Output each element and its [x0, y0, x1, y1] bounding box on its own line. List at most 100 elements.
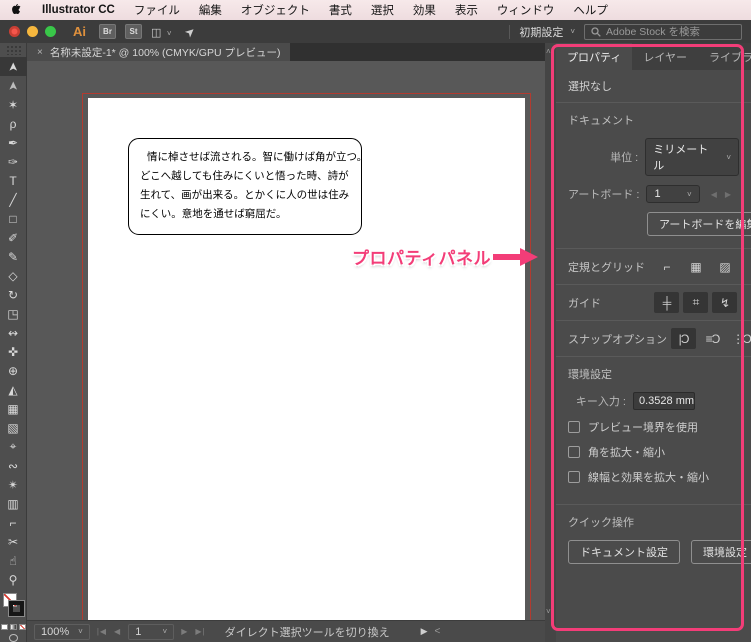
eraser-tool[interactable]: ◇ — [0, 266, 27, 285]
arrange-documents-button[interactable]: ◫ ˅ — [151, 23, 172, 41]
puppet-warp-tool[interactable]: ✜ — [0, 342, 27, 361]
toolbar-grip[interactable] — [6, 45, 21, 55]
document-setup-button[interactable]: ドキュメント設定 — [568, 540, 680, 564]
minimize-window-button[interactable] — [27, 26, 38, 37]
guides-row: ガイド ╪⌗↯ — [556, 284, 751, 320]
collapse-down-icon[interactable]: ˅ — [546, 607, 551, 616]
preference-checkbox-row[interactable]: 角を拡大・縮小 — [568, 444, 739, 460]
menu-item[interactable]: オブジェクト — [241, 2, 310, 18]
show-guides-icon[interactable]: ╪ — [654, 292, 679, 313]
menu-item[interactable]: ウィンドウ — [497, 2, 555, 18]
artboard-navigation-dropdown[interactable]: 1 ˅ — [128, 624, 174, 640]
app-menu[interactable]: Illustrator CC — [42, 4, 115, 16]
symbol-sprayer-tool[interactable]: ✴ — [0, 475, 27, 494]
preference-checkbox-row[interactable]: 線幅と効果を拡大・縮小 — [568, 469, 739, 485]
snap-to-grid-icon[interactable]: |Ɔ — [671, 328, 696, 349]
zoom-window-button[interactable] — [45, 26, 56, 37]
gradient-tool[interactable]: ▧ — [0, 418, 27, 437]
status-text: ダイレクト選択ツールを切り換え — [225, 624, 390, 640]
edit-artboards-button[interactable]: アートボードを編集 — [647, 212, 751, 236]
preference-checkbox-row[interactable]: プレビュー境界を使用 — [568, 419, 739, 435]
zoom-tool[interactable]: ⚲ — [0, 570, 27, 589]
menu-item[interactable]: 選択 — [371, 2, 394, 18]
ruler-icon[interactable]: ⌐ — [654, 256, 679, 277]
selection-tool[interactable]: ➤ — [0, 57, 27, 76]
artboard-dropdown[interactable]: 1 ˅ — [646, 185, 699, 203]
workspace-switcher[interactable]: 初期設定 ˅ — [519, 24, 575, 40]
share-icon[interactable]: ➤ — [181, 23, 198, 40]
zoom-level-dropdown[interactable]: 100% ˅ — [34, 624, 90, 640]
chevron-down-icon: ˅ — [570, 27, 575, 36]
canvas[interactable]: 情に棹させば流される。智に働けば角が立つ。 どこへ越しても住みにくいと悟った時、… — [27, 61, 545, 620]
perspective-grid-tool[interactable]: ◭ — [0, 380, 27, 399]
first-artboard-button[interactable]: |◀ — [97, 627, 107, 636]
type-tool[interactable]: T — [0, 171, 27, 190]
chevron-down-icon: ˅ — [726, 153, 731, 162]
hand-tool[interactable]: ☝ — [0, 551, 27, 570]
shaper-tool[interactable]: ✎ — [0, 247, 27, 266]
last-artboard-button[interactable]: ▶| — [195, 627, 205, 636]
menu-item[interactable]: 表示 — [455, 2, 478, 18]
curvature-tool[interactable]: ✑ — [0, 152, 27, 171]
stock-button[interactable]: St — [125, 24, 142, 39]
menu-item[interactable]: 効果 — [413, 2, 436, 18]
mesh-tool[interactable]: ▦ — [0, 399, 27, 418]
menu-item[interactable]: 編集 — [199, 2, 222, 18]
close-window-button[interactable] — [9, 26, 20, 37]
transparency-grid-icon[interactable]: ▨ — [712, 256, 737, 277]
tab-properties[interactable]: プロパティ — [556, 43, 632, 70]
rotate-tool[interactable]: ↻ — [0, 285, 27, 304]
direct-selection-tool[interactable]: ➤ — [0, 76, 27, 95]
menu-item[interactable]: 書式 — [329, 2, 352, 18]
preferences-button[interactable]: 環境設定 — [691, 540, 751, 564]
snap-to-pixel-icon[interactable]: ⋮Ɔ — [729, 328, 751, 349]
lock-guides-icon[interactable]: ⌗ — [683, 292, 708, 313]
text-line: どこへ越しても住みにくいと悟った時、詩が — [140, 167, 350, 186]
none-button[interactable] — [19, 624, 26, 630]
tab-layers[interactable]: レイヤー — [632, 43, 698, 70]
lasso-tool[interactable]: ρ — [0, 114, 27, 133]
previous-artboard-button[interactable]: ◀ — [114, 627, 121, 636]
status-back-icon[interactable]: < — [435, 626, 441, 637]
snap-to-point-icon[interactable]: ≡Ɔ — [700, 328, 725, 349]
checkbox-unchecked[interactable] — [568, 471, 580, 483]
shape-builder-tool[interactable]: ⊕ — [0, 361, 27, 380]
pen-tool[interactable]: ✒ — [0, 133, 27, 152]
artboard-prev-next-icons[interactable]: ◀▶ — [711, 190, 739, 199]
document-tab[interactable]: × 名称未設定-1* @ 100% (CMYK/GPU プレビュー) — [27, 43, 290, 61]
gradient-button[interactable] — [10, 624, 17, 630]
blend-tool[interactable]: ∾ — [0, 456, 27, 475]
collapse-up-icon[interactable]: ˄ — [546, 47, 551, 56]
width-tool[interactable]: ↭ — [0, 323, 27, 342]
slice-tool[interactable]: ✂ — [0, 532, 27, 551]
close-tab-icon[interactable]: × — [37, 47, 43, 58]
adobe-stock-search-input[interactable]: Adobe Stock を検索 — [584, 24, 742, 40]
tab-libraries[interactable]: ライブラリ — [698, 43, 751, 70]
next-artboard-button[interactable]: ▶ — [181, 627, 188, 636]
magic-wand-tool[interactable]: ✶ — [0, 95, 27, 114]
column-graph-tool[interactable]: ▥ — [0, 494, 27, 513]
keyboard-increment-field[interactable]: 0.3528 mm — [633, 392, 695, 410]
artboard-tool[interactable]: ⌐ — [0, 513, 27, 532]
status-options-icon[interactable]: ▶ — [421, 626, 428, 637]
color-button[interactable] — [1, 624, 8, 630]
text-frame[interactable]: 情に棹させば流される。智に働けば角が立つ。 どこへ越しても住みにくいと悟った時、… — [128, 138, 362, 235]
apple-menu-icon[interactable] — [12, 4, 23, 16]
paintbrush-tool[interactable]: ✐ — [0, 228, 27, 247]
preferences-section: 環境設定 キー入力 : 0.3528 mm プレビュー境界を使用 — [556, 356, 751, 504]
checkbox-unchecked[interactable] — [568, 446, 580, 458]
stroke-swatch[interactable] — [9, 601, 24, 616]
line-segment-tool[interactable]: ╱ — [0, 190, 27, 209]
checkbox-unchecked[interactable] — [568, 421, 580, 433]
menu-item[interactable]: ファイル — [134, 2, 180, 18]
rectangle-tool[interactable]: □ — [0, 209, 27, 228]
drawing-mode-button[interactable] — [9, 634, 18, 642]
eyedropper-tool[interactable]: ⌖ — [0, 437, 27, 456]
menu-item[interactable]: ヘルプ — [573, 2, 608, 18]
bridge-button[interactable]: Br — [99, 24, 116, 39]
artboard[interactable]: 情に棹させば流される。智に働けば角が立つ。 どこへ越しても住みにくいと悟った時、… — [88, 98, 525, 620]
grid-icon[interactable]: ▦ — [683, 256, 708, 277]
scale-tool[interactable]: ◳ — [0, 304, 27, 323]
unit-dropdown[interactable]: ミリメートル ˅ — [645, 138, 739, 176]
smart-guides-icon[interactable]: ↯ — [712, 292, 737, 313]
